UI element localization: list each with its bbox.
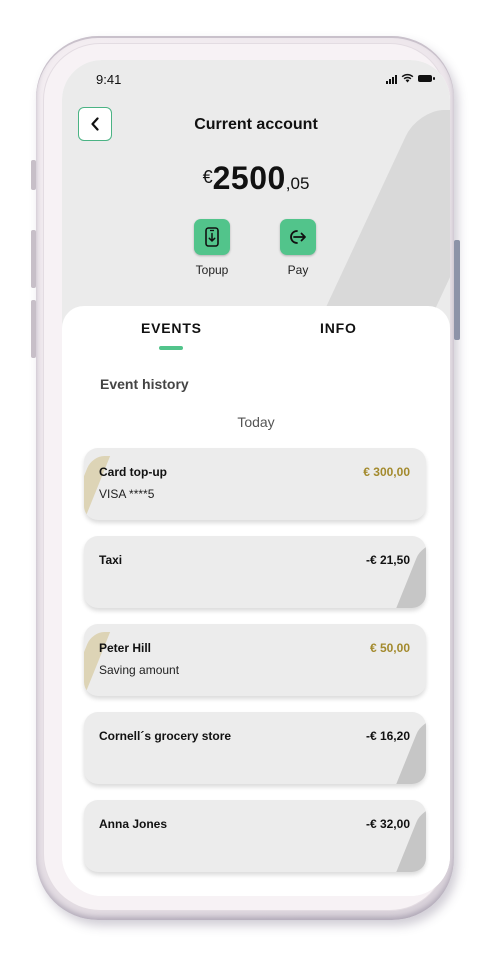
event-card[interactable]: Peter Hill Saving amount € 50,00 — [84, 624, 426, 696]
silent-switch — [31, 160, 36, 190]
pay-icon — [290, 230, 306, 244]
event-name: Cornell´s grocery store — [99, 729, 232, 743]
power-button — [454, 240, 460, 340]
signal-icon — [386, 74, 397, 84]
events-panel: EVENTS INFO Event history Today Card top… — [62, 306, 450, 896]
mobile-topup-icon — [205, 227, 219, 247]
active-tab-indicator — [159, 346, 183, 350]
page-title: Current account — [194, 116, 318, 133]
status-time: 9:41 — [96, 72, 122, 87]
tab-events[interactable]: EVENTS — [141, 320, 202, 336]
volume-down-button — [31, 300, 36, 358]
event-amount: -€ 32,00 — [365, 817, 410, 831]
event-subtitle: Saving amount — [99, 663, 180, 677]
event-card[interactable]: Taxi -€ 21,50 — [84, 536, 426, 608]
phone-screen: 9:41 Current account €2500,05 Topup Pay … — [62, 60, 450, 896]
event-amount: -€ 16,20 — [365, 729, 410, 743]
event-amount: € 50,00 — [369, 641, 410, 655]
event-card[interactable]: Anna Jones -€ 32,00 — [84, 800, 426, 872]
day-label: Today — [237, 414, 275, 430]
account-balance: €2500,05 — [62, 160, 450, 197]
wifi-icon — [401, 73, 414, 84]
event-card[interactable]: Cornell´s grocery store -€ 16,20 — [84, 712, 426, 784]
pay-label: Pay — [287, 263, 309, 277]
topup-action[interactable]: Topup — [182, 219, 242, 277]
event-name: Card top-up — [99, 465, 167, 479]
status-bar: 9:41 — [62, 60, 450, 100]
balance-integer: 2500 — [212, 160, 286, 196]
event-name: Anna Jones — [99, 817, 168, 831]
section-title: Event history — [100, 376, 189, 392]
topup-label: Topup — [195, 263, 229, 277]
tab-info[interactable]: INFO — [320, 320, 357, 336]
account-header: 9:41 Current account €2500,05 Topup Pay — [62, 60, 450, 330]
status-icons — [386, 73, 435, 84]
battery-icon — [418, 75, 435, 82]
event-subtitle: VISA ****5 — [99, 487, 155, 501]
topup-button[interactable] — [194, 219, 230, 255]
event-name: Taxi — [99, 553, 123, 567]
event-amount: € 300,00 — [363, 465, 410, 479]
balance-decimal: ,05 — [285, 174, 310, 193]
balance-currency: € — [202, 167, 213, 187]
event-amount: -€ 21,50 — [365, 553, 410, 567]
pay-action[interactable]: Pay — [268, 219, 328, 277]
event-name: Peter Hill — [99, 641, 152, 655]
pay-button[interactable] — [280, 219, 316, 255]
volume-up-button — [31, 230, 36, 288]
event-card[interactable]: Card top-up VISA ****5 € 300,00 — [84, 448, 426, 520]
